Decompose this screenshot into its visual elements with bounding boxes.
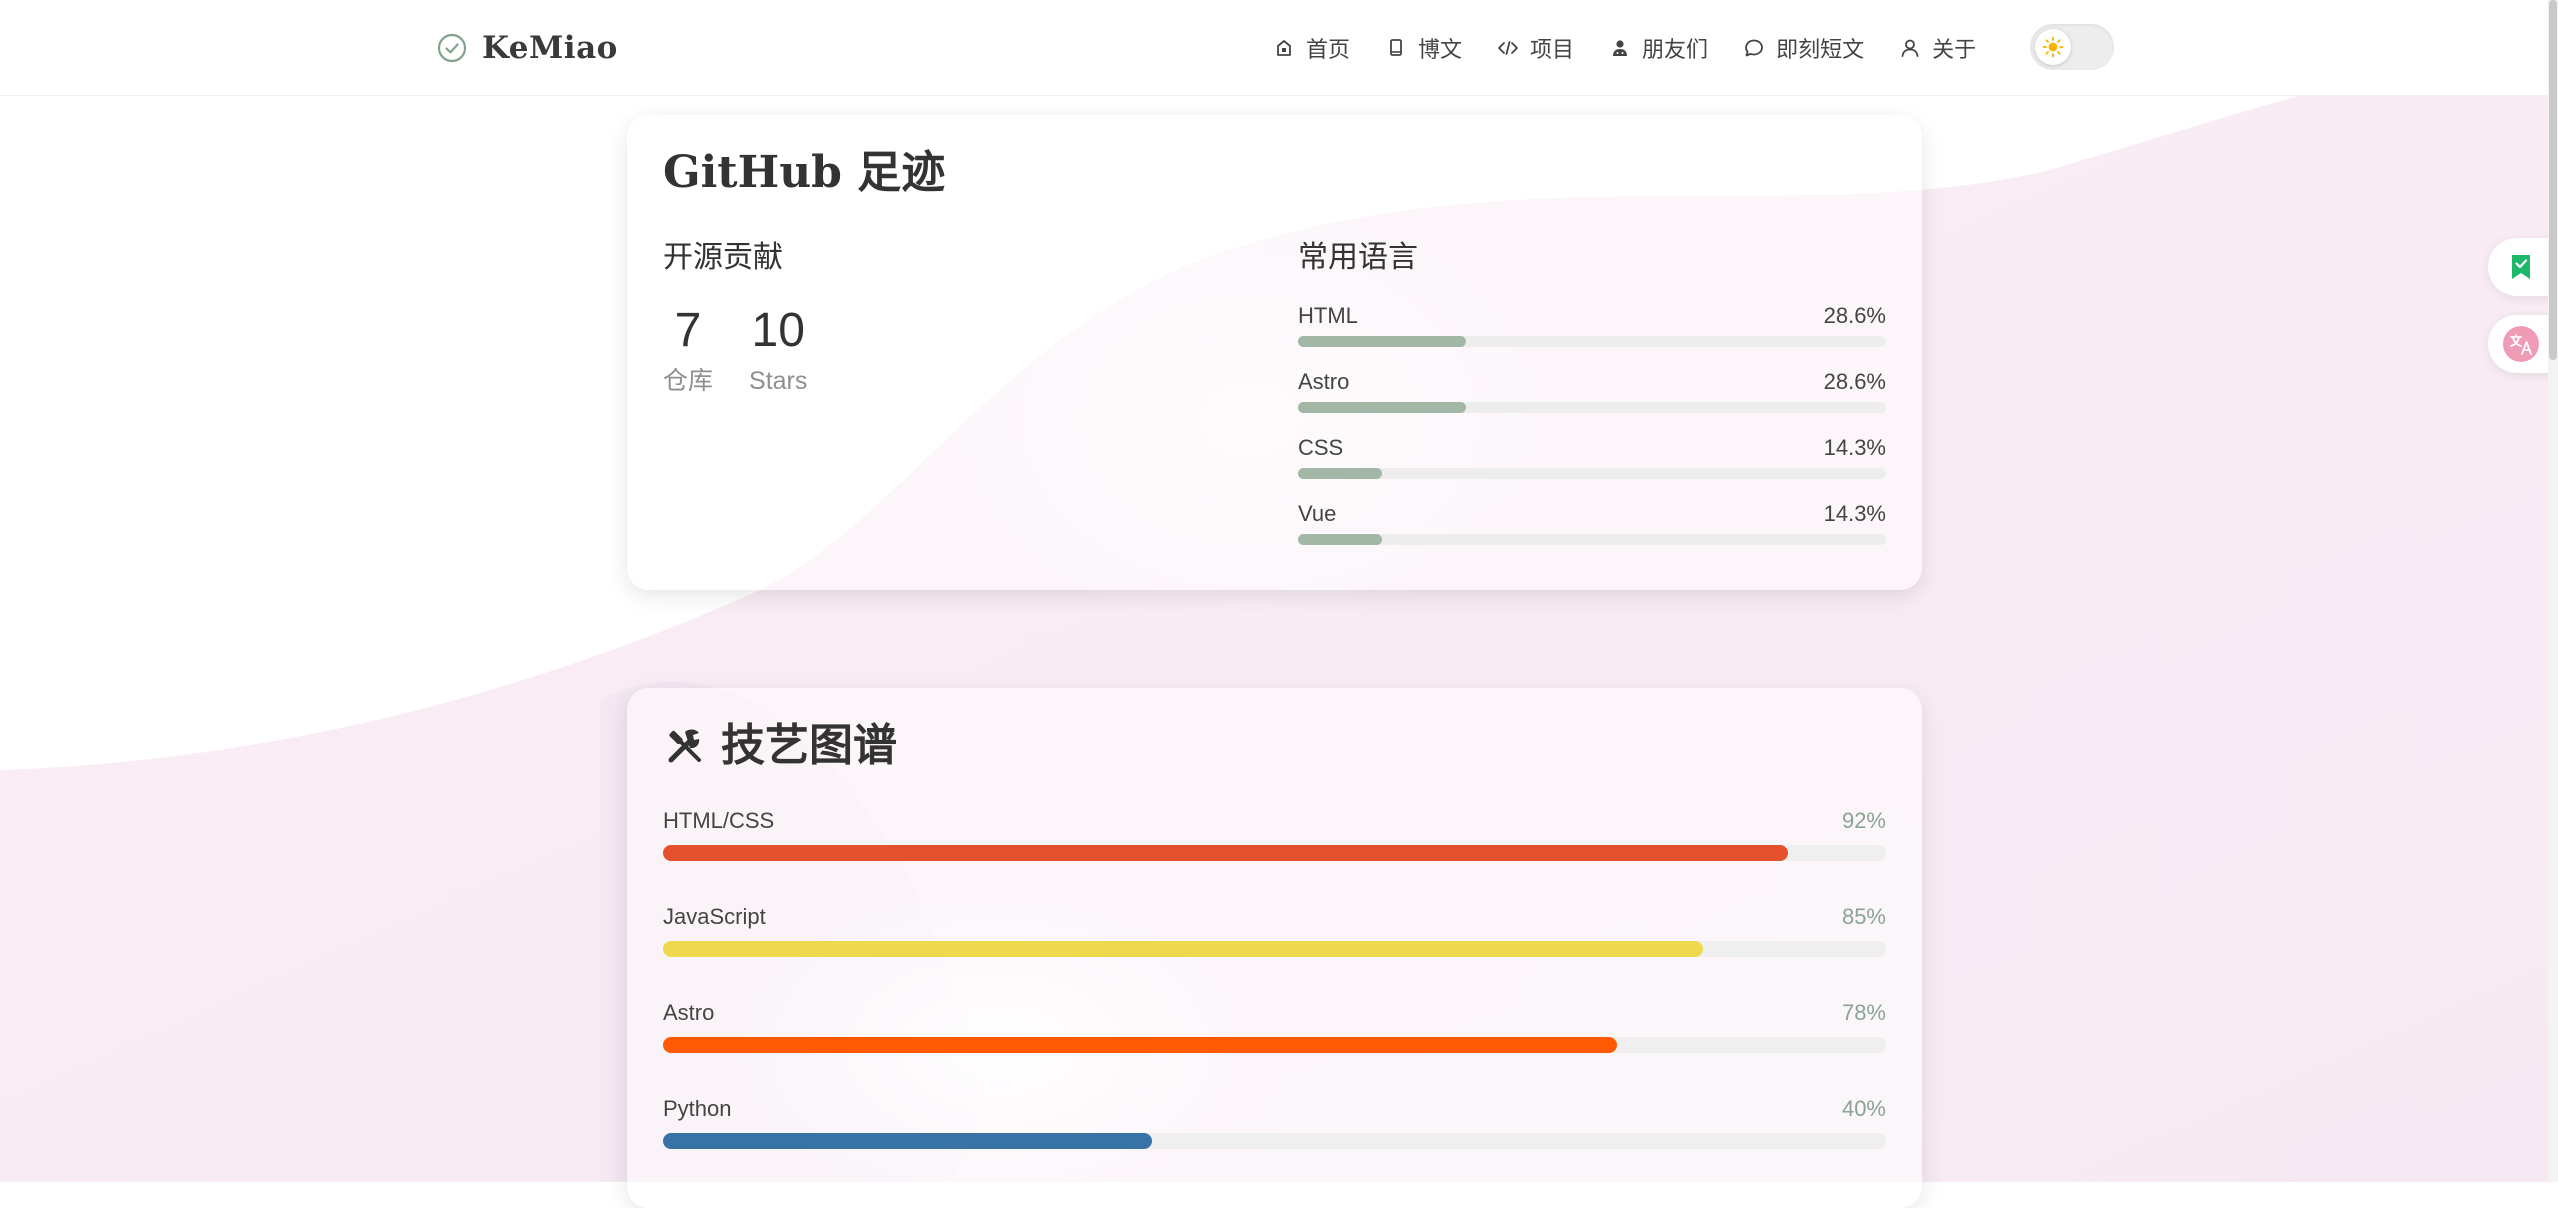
languages-heading: 常用语言 [1298,241,1418,274]
main-nav: 首页 博文 项目 朋友们 即刻短文 关于 [1272,28,1976,68]
skill-bar-fill [663,845,1789,861]
skill-bar-fill [663,1133,1153,1149]
contribution-stats: 7 仓库 10 Stars [663,307,1223,394]
theme-toggle[interactable] [2030,24,2114,70]
translate-icon [2503,326,2539,362]
language-bar-track [1298,468,1886,479]
stat-value: 10 [751,304,805,357]
nav-item-friends[interactable]: 朋友们 [1608,32,1708,64]
toggle-knob [2035,29,2071,65]
language-bar-track [1298,534,1886,545]
skill-row: Astro 78% [663,1002,1886,1098]
language-name: HTML [1298,303,1358,328]
nav-item-moments[interactable]: 即刻短文 [1742,32,1864,64]
nav-item-label: 关于 [1932,37,1977,62]
home-icon [1277,40,1291,56]
skill-row: Python 40% [663,1098,1886,1194]
skill-bar-track [663,941,1886,957]
nav-item-label: 朋友们 [1642,37,1709,62]
language-percent: 14.3% [1823,501,1886,526]
language-row: Astro 28.6% [1298,371,1886,437]
language-bar-track [1298,402,1886,413]
chat-bubble-icon [1745,39,1763,57]
skill-bar-track [663,1133,1886,1149]
skill-name: Astro [663,1000,715,1025]
tools-icon [668,729,701,763]
book-icon [1390,39,1402,56]
github-card-title: GitHub 足迹 [663,151,1886,195]
brand-name: KeMiao [482,30,618,66]
nav-item-home[interactable]: 首页 [1272,32,1350,64]
skill-bar-fill [663,1037,1617,1053]
skill-bar-fill [663,941,1703,957]
stat-value: 7 [674,304,702,357]
skill-bar-track [663,1037,1886,1053]
skill-name: JavaScript [663,904,766,929]
bookmark-icon [2512,255,2530,279]
language-name: Astro [1298,369,1350,394]
language-bar-fill [1298,402,1467,413]
nav-item-label: 项目 [1530,37,1575,62]
skill-bar-track [663,845,1886,861]
code-icon [1498,41,1518,55]
top-navbar: KeMiao 首页 博文 项目 朋友们 即刻短文 关于 [0,0,2558,96]
scrollbar-thumb[interactable] [2549,0,2557,360]
language-percent: 28.6% [1823,303,1886,328]
user-icon [1901,39,1919,57]
skill-percent: 92% [1841,808,1886,833]
language-row: CSS 14.3% [1298,437,1886,503]
skills-list: HTML/CSS 92% JavaScript 85% Astro 78% Py… [663,810,1886,1194]
skills-title-text: 技艺图谱 [721,720,897,771]
skill-name: HTML/CSS [663,808,775,833]
skill-row: JavaScript 85% [663,906,1886,1002]
language-percent: 14.3% [1823,435,1886,460]
languages-section: 常用语言 HTML 28.6% Astro 28.6% CSS 14.3% Vu… [1298,243,1886,569]
contributions-section: 开源贡献 7 仓库 10 Stars [663,243,1223,394]
skill-name: Python [663,1096,732,1121]
language-list: HTML 28.6% Astro 28.6% CSS 14.3% Vue 14.… [1298,305,1886,569]
skills-card-title: 技艺图谱 [663,724,1886,768]
nav-item-blog[interactable]: 博文 [1384,32,1462,64]
language-row: Vue 14.3% [1298,503,1886,569]
language-percent: 28.6% [1823,369,1886,394]
stat-stars: 10 Stars [749,307,807,394]
language-bar-fill [1298,534,1383,545]
skill-percent: 40% [1841,1096,1886,1121]
stat-label: Stars [749,367,808,395]
nav-item-label: 首页 [1306,37,1351,62]
sun-icon [2042,36,2064,58]
nav-item-label: 博文 [1418,37,1463,62]
check-circle-icon [437,33,467,63]
brand-logo[interactable]: KeMiao [436,28,618,68]
friends-icon [1613,40,1628,56]
language-row: HTML 28.6% [1298,305,1886,371]
language-bar-fill [1298,336,1467,347]
nav-item-projects[interactable]: 项目 [1496,32,1574,64]
language-name: Vue [1298,501,1337,526]
stat-repos: 7 仓库 [663,307,713,394]
language-bar-track [1298,336,1886,347]
language-bar-fill [1298,468,1383,479]
github-card: GitHub 足迹 开源贡献 7 仓库 10 Stars 常用语言 HTML 2… [627,115,1922,590]
github-title-text: GitHub 足迹 [663,147,946,198]
skill-percent: 78% [1841,1000,1886,1025]
skill-percent: 85% [1841,904,1886,929]
nav-item-label: 即刻短文 [1776,37,1865,62]
language-name: CSS [1298,435,1344,460]
nav-item-about[interactable]: 关于 [1898,32,1976,64]
stat-label: 仓库 [663,367,714,395]
skill-row: HTML/CSS 92% [663,810,1886,906]
contributions-heading: 开源贡献 [663,241,783,274]
skills-card: 技艺图谱 HTML/CSS 92% JavaScript 85% Astro 7 [627,688,1922,1208]
